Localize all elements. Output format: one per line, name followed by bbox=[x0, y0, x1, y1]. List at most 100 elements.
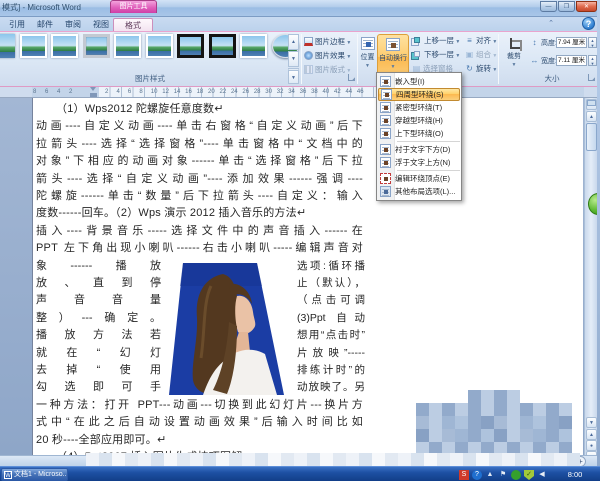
position-button[interactable]: 位置 ▼ bbox=[359, 34, 376, 84]
doc-line-right: 选项:循环播 bbox=[297, 260, 365, 273]
tray-s-icon[interactable]: S bbox=[459, 470, 469, 480]
wrap-menu-item-8[interactable]: 编辑环绕顶点(E) bbox=[378, 172, 460, 185]
previous-page-icon[interactable]: ▲ bbox=[586, 429, 597, 440]
scroll-down-icon[interactable]: ▼ bbox=[586, 417, 597, 428]
ruler-toggle-button[interactable] bbox=[586, 99, 597, 110]
picture-style-thumbnail[interactable] bbox=[209, 34, 236, 58]
picture-style-thumbnail[interactable] bbox=[0, 34, 15, 58]
doc-line: 动画----自定义动画----单击右窗格“自定义动画”后下 bbox=[36, 120, 363, 133]
picture-style-thumbnail[interactable] bbox=[114, 34, 141, 58]
mini-icon: ▣ bbox=[465, 49, 474, 61]
crop-icon bbox=[508, 38, 520, 49]
mosaic-tile bbox=[463, 453, 476, 466]
mosaic-tile bbox=[385, 453, 398, 466]
width-icon: ↔ bbox=[530, 55, 539, 66]
wrap-menu-item-1[interactable]: 嵌入型(I) bbox=[378, 75, 460, 88]
picture-style-thumbnail[interactable] bbox=[240, 34, 267, 58]
mosaic-tile bbox=[494, 390, 507, 403]
gallery-up-icon[interactable]: ▲ bbox=[288, 34, 299, 50]
doc-line-left: 象------播放 bbox=[36, 260, 161, 273]
scroll-up-icon[interactable]: ▲ bbox=[586, 111, 597, 122]
wrap-style-icon bbox=[381, 89, 392, 100]
indent-marker[interactable] bbox=[90, 87, 97, 97]
close-button[interactable]: ✕ bbox=[576, 1, 597, 12]
button-picture-border[interactable]: 图片边框 ▼ bbox=[304, 35, 356, 48]
ruler-number: 2 bbox=[69, 88, 72, 97]
wrap-menu-item-7[interactable]: 浮于文字上方(N) bbox=[378, 156, 460, 169]
send-backward-icon bbox=[414, 51, 420, 57]
wrap-menu-item-2[interactable]: 四周型环绕(S) bbox=[378, 88, 460, 101]
size-dialog-launcher[interactable] bbox=[588, 74, 595, 81]
horizontal-ruler[interactable]: 8642246810121416182022242628303234363840… bbox=[0, 87, 600, 98]
tray-green-dot-icon[interactable] bbox=[511, 470, 521, 480]
wrap-style-icon bbox=[380, 157, 391, 168]
help-icon[interactable]: ? bbox=[582, 17, 595, 30]
tray-help-icon[interactable]: ? bbox=[472, 470, 482, 480]
taskbar-clock[interactable]: 8:00 bbox=[556, 467, 594, 481]
tab-3[interactable]: 审阅 bbox=[60, 18, 86, 31]
mosaic-tile bbox=[515, 453, 528, 466]
button-picture-effects[interactable]: 图片效果 ▼ bbox=[304, 49, 356, 62]
select-browse-object-icon[interactable]: ● bbox=[586, 440, 597, 451]
tray-speaker-icon[interactable]: ◀ bbox=[537, 470, 547, 480]
maximize-button[interactable]: ❐ bbox=[558, 1, 575, 12]
wrap-menu-item-9[interactable]: 其他布局选项(L)... bbox=[378, 185, 460, 198]
tab-2[interactable]: 邮件 bbox=[32, 18, 58, 31]
mosaic-tile bbox=[455, 416, 468, 429]
wrap-menu-item-6[interactable]: 衬于文字下方(D) bbox=[378, 143, 460, 156]
mosaic-tile bbox=[481, 416, 494, 429]
mini-button-4[interactable]: ≡对齐 ▼ bbox=[465, 35, 497, 47]
doc-line-left: 声音音量 bbox=[36, 294, 161, 307]
doc-line: 度数------回车。（2）Wps 演示 2012 插入音乐的方法↵ bbox=[36, 207, 363, 220]
mosaic-tile bbox=[442, 416, 455, 429]
height-stepper[interactable]: ▲▼ bbox=[588, 37, 597, 48]
taskbar-word-button[interactable]: W文档1 - Microso... bbox=[1, 468, 68, 481]
mosaic-tile bbox=[533, 429, 546, 442]
ruler-number: 44 bbox=[345, 88, 352, 97]
height-icon: ↕ bbox=[530, 37, 539, 48]
tray-flag-icon[interactable]: ⚑ bbox=[498, 470, 508, 480]
picture-style-thumbnail[interactable] bbox=[51, 34, 78, 58]
picture-style-thumbnail[interactable] bbox=[83, 34, 110, 58]
tab-5[interactable]: 格式 bbox=[113, 18, 153, 31]
mini-button-2[interactable]: 下移一层 ▼ bbox=[412, 49, 460, 61]
mini-button-1[interactable]: 上移一层 ▼ bbox=[412, 35, 460, 47]
ruler-number: 18 bbox=[197, 88, 204, 97]
minimize-button[interactable]: — bbox=[540, 1, 557, 12]
document-photo[interactable] bbox=[167, 262, 286, 396]
doc-line-right: 片放映”----- bbox=[297, 347, 365, 360]
mosaic-tile bbox=[333, 453, 346, 466]
vertical-scrollbar[interactable]: ▲ ▼ ▲ ● ▼ bbox=[584, 98, 597, 455]
doc-line: 拉箭头----选择“选择窗格”----单击窗格中“文档中的 bbox=[36, 138, 363, 151]
mosaic-tile bbox=[489, 453, 502, 466]
picture-styles-dialog-launcher[interactable] bbox=[348, 74, 355, 81]
tab-1[interactable]: 引用 bbox=[4, 18, 30, 31]
picture-style-thumbnail[interactable] bbox=[20, 34, 47, 58]
picture-style-thumbnail[interactable] bbox=[146, 34, 173, 58]
picture-style-thumbnail[interactable] bbox=[177, 34, 204, 58]
wrap-menu-item-5[interactable]: 上下型环绕(O) bbox=[378, 127, 460, 140]
gallery-more-icon[interactable]: ▼ bbox=[288, 68, 299, 84]
scrollbar-thumb[interactable] bbox=[586, 123, 597, 151]
width-stepper[interactable]: ▲▼ bbox=[588, 55, 597, 66]
ruler-number: 26 bbox=[242, 88, 249, 97]
mosaic-tile bbox=[559, 403, 572, 416]
ruler-number: 34 bbox=[288, 88, 295, 97]
tray-chevron-icon[interactable]: ▲ bbox=[485, 470, 495, 480]
mosaic-tile bbox=[559, 429, 572, 442]
mosaic-tile bbox=[203, 453, 216, 466]
width-field[interactable]: 7.11 厘米 bbox=[556, 55, 587, 66]
wrap-menu-item-4[interactable]: 穿越型环绕(H) bbox=[378, 114, 460, 127]
mosaic-tile bbox=[346, 453, 359, 466]
tray-shield-icon[interactable]: ✓ bbox=[524, 470, 534, 480]
wrap-menu-item-3[interactable]: 紧密型环绕(T) bbox=[378, 101, 460, 114]
mosaic-tile bbox=[567, 453, 580, 466]
picture-layout-icon bbox=[304, 65, 313, 74]
mini-button-6[interactable]: ↻旋转 ▼ bbox=[465, 63, 497, 75]
height-field[interactable]: 7.94 厘米 bbox=[556, 37, 587, 48]
group-label-picture-styles: 图片样式 bbox=[110, 73, 190, 84]
collapse-caret-icon[interactable]: ⌃ bbox=[545, 18, 557, 29]
doc-line-left: 播放方法若 bbox=[36, 329, 161, 342]
gallery-down-icon[interactable]: ▼ bbox=[288, 51, 299, 67]
tab-4[interactable]: 视图 bbox=[88, 18, 114, 31]
